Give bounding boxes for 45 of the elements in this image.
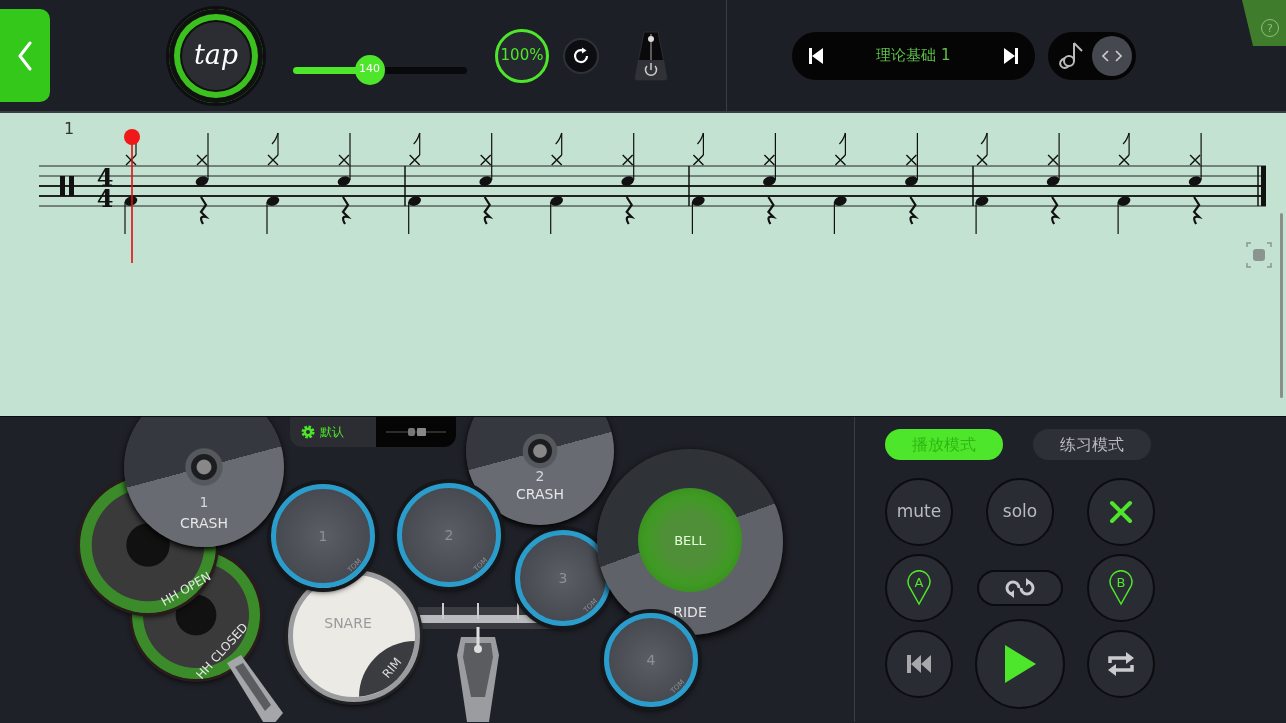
loop-icon <box>1005 578 1035 598</box>
skip-previous-icon <box>808 46 824 65</box>
map-pin-icon <box>907 570 931 606</box>
ride-bell-zone[interactable]: BELL <box>638 488 742 592</box>
ride-cymbal-pad[interactable]: BELL RIDE <box>597 449 783 635</box>
preset-button[interactable]: 默认 <box>290 417 376 447</box>
next-song-button[interactable] <box>1003 46 1019 65</box>
loop-button[interactable] <box>977 570 1063 606</box>
toggle-button[interactable]: mute <box>885 478 953 546</box>
gear-icon <box>300 424 316 440</box>
scrollbar[interactable] <box>1280 213 1283 398</box>
code-view-button[interactable] <box>1092 35 1132 76</box>
connection-button[interactable] <box>376 417 456 447</box>
marker-button[interactable]: A <box>885 554 953 622</box>
metronome-button[interactable] <box>634 29 668 82</box>
play-icon <box>1003 644 1037 684</box>
reset-icon <box>572 46 590 65</box>
pad-number: 2 <box>535 469 545 483</box>
map-pin-icon <box>1109 570 1133 606</box>
metronome-icon <box>634 29 668 82</box>
reset-button[interactable] <box>563 37 599 74</box>
song-title: 理论基础 1 <box>875 45 952 67</box>
repeat-icon <box>1107 652 1135 676</box>
skip-next-icon <box>1003 46 1019 65</box>
measure-number: 1 <box>64 118 75 140</box>
speed-button[interactable]: 100% <box>495 28 549 83</box>
previous-song-button[interactable] <box>808 46 824 65</box>
pad-number: 1 <box>199 495 209 509</box>
pad-label: CRASH <box>516 487 564 501</box>
mode-tab[interactable]: 练习模式 <box>1033 429 1151 460</box>
clear-icon <box>1108 499 1134 525</box>
pad-label: SNARE <box>324 616 372 630</box>
back-icon <box>17 40 33 71</box>
bell-label: BELL <box>674 533 706 547</box>
marker-button[interactable]: B <box>1087 554 1155 622</box>
connector-icon <box>386 426 446 438</box>
percussion-clef-icon <box>60 176 74 196</box>
rewind-icon <box>906 654 932 674</box>
help-corner <box>1242 0 1286 46</box>
code-icon <box>1102 49 1122 62</box>
crash-cymbal-pad[interactable]: 1 CRASH <box>124 417 284 547</box>
crash-cymbal-pad[interactable]: 2 CRASH <box>466 417 614 525</box>
toggle-button[interactable]: solo <box>986 478 1054 546</box>
tap-tempo-button[interactable]: tap <box>169 8 263 103</box>
preset-label: 默认 <box>320 424 344 441</box>
